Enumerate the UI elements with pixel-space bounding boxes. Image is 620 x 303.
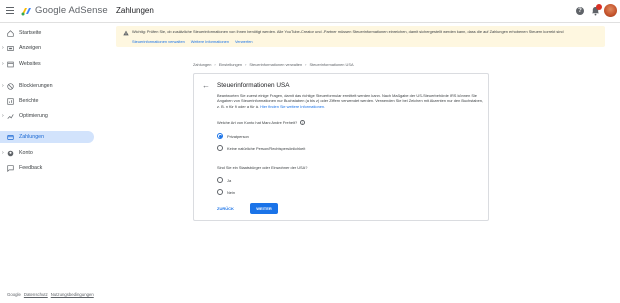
breadcrumb-item[interactable]: Steuerinformationen verwalten bbox=[249, 62, 302, 67]
sidebar-item-label: Zahlungen bbox=[19, 134, 45, 140]
sidebar-item-label: Optimierung bbox=[19, 113, 48, 119]
sidebar-item-label: Berichte bbox=[19, 98, 39, 104]
page-title: Zahlungen bbox=[116, 6, 154, 15]
desc-line: Angaben von Steuerinformationen nur Buch… bbox=[217, 98, 461, 104]
sidebar-item-label: Blockierungen bbox=[19, 83, 53, 89]
breadcrumb-separator: › bbox=[305, 62, 307, 67]
manage-tax-info-link[interactable]: Steuerinformationen verwalten bbox=[132, 39, 185, 44]
radio-selected-icon[interactable] bbox=[217, 133, 223, 139]
sidebar-footer: Google Datenschutz Nutzungsbedingungen bbox=[7, 292, 94, 297]
sidebar-item-optimierung[interactable]: › Optimierung bbox=[0, 110, 94, 122]
option-label: Nein bbox=[227, 189, 236, 195]
adsense-logo-icon bbox=[21, 7, 31, 15]
reports-icon bbox=[7, 97, 14, 105]
sidebar-item-berichte[interactable]: Berichte bbox=[0, 95, 94, 107]
websites-icon bbox=[7, 61, 14, 67]
banner-actions: Steuerinformationen verwalten Weitere In… bbox=[132, 39, 253, 44]
sidebar-item-label: Websites bbox=[19, 61, 41, 67]
banner-text: Wichtig: Prüfen Sie, ob zusätzliche Steu… bbox=[132, 29, 564, 34]
tax-info-banner: Wichtig: Prüfen Sie, ob zusätzliche Steu… bbox=[116, 26, 605, 47]
chevron-right-icon: › bbox=[2, 150, 4, 156]
privacy-link[interactable]: Datenschutz bbox=[24, 292, 48, 297]
sidebar-item-zahlungen[interactable]: Zahlungen bbox=[0, 131, 94, 143]
breadcrumb-item: Steuerinformationen USA bbox=[309, 62, 354, 67]
payments-icon bbox=[7, 134, 14, 140]
radio-icon[interactable] bbox=[217, 189, 223, 195]
radio-icon[interactable] bbox=[217, 145, 223, 151]
terms-link[interactable]: Nutzungsbedingungen bbox=[51, 292, 94, 297]
back-arrow-icon[interactable]: ← bbox=[202, 81, 210, 90]
app-name: Google AdSense bbox=[35, 5, 108, 16]
breadcrumb-separator: › bbox=[214, 62, 216, 67]
warning-icon bbox=[123, 30, 129, 36]
option-label: Ja bbox=[227, 177, 232, 183]
block-icon bbox=[7, 82, 14, 90]
citizenship-question: Sind Sie ein Staatsbürger oder Einwohner… bbox=[217, 165, 308, 170]
card-title: Steuerinformationen USA bbox=[217, 82, 290, 89]
card-description: Beantworten Sie zuerst einige Fragen, da… bbox=[217, 93, 483, 109]
sidebar-item-startseite[interactable]: Startseite bbox=[0, 27, 94, 39]
sidebar: Startseite › Anzeigen › Websites › Block… bbox=[0, 23, 100, 303]
option-yes[interactable]: Ja bbox=[217, 177, 231, 183]
question-label: Welche Art von Konto hat Marc Andre Freh… bbox=[217, 120, 298, 125]
tax-info-card: ← Steuerinformationen USA Beantworten Si… bbox=[193, 73, 489, 221]
feedback-icon bbox=[7, 164, 14, 172]
ads-icon bbox=[7, 45, 14, 51]
sidebar-item-label: Startseite bbox=[19, 30, 42, 36]
sidebar-item-websites[interactable]: › Websites bbox=[0, 58, 94, 70]
sidebar-item-label: Anzeigen bbox=[19, 45, 42, 51]
option-label: Privatperson bbox=[227, 133, 249, 139]
chevron-right-icon: › bbox=[2, 113, 4, 119]
chevron-right-icon: › bbox=[2, 61, 4, 67]
option-entity[interactable]: Keine natürliche Person/Rechtspersönlich… bbox=[217, 145, 305, 151]
help-icon[interactable]: ? bbox=[576, 7, 584, 15]
notification-badge bbox=[596, 4, 602, 10]
breadcrumb: Zahlungen › Einstellungen › Steuerinform… bbox=[193, 62, 354, 67]
sidebar-item-label: Feedback bbox=[19, 165, 43, 171]
account-type-question: Welche Art von Konto hat Marc Andre Freh… bbox=[217, 120, 306, 125]
option-label: Keine natürliche Person/Rechtspersönlich… bbox=[227, 145, 306, 151]
more-info-link[interactable]: Weitere Informationen bbox=[191, 39, 229, 44]
sidebar-item-konto[interactable]: › Konto bbox=[0, 147, 94, 159]
dismiss-link[interactable]: Verwerfen bbox=[235, 39, 253, 44]
breadcrumb-item[interactable]: Einstellungen bbox=[219, 62, 242, 67]
account-icon bbox=[7, 150, 14, 156]
footer-brand: Google bbox=[7, 292, 21, 297]
home-icon bbox=[7, 29, 14, 37]
sidebar-item-anzeigen[interactable]: › Anzeigen bbox=[0, 42, 94, 54]
hamburger-menu-icon[interactable] bbox=[6, 7, 14, 14]
sidebar-item-label: Konto bbox=[19, 150, 33, 156]
option-individual[interactable]: Privatperson bbox=[217, 133, 249, 139]
info-icon[interactable]: i bbox=[300, 120, 306, 125]
adsense-logo[interactable]: Google AdSense bbox=[21, 5, 108, 16]
breadcrumb-separator: › bbox=[245, 62, 247, 67]
avatar[interactable] bbox=[604, 4, 617, 17]
sidebar-item-feedback[interactable]: Feedback bbox=[0, 162, 94, 174]
radio-icon[interactable] bbox=[217, 177, 223, 183]
back-button[interactable]: ZURÜCK bbox=[217, 206, 234, 211]
top-bar: Google AdSense Zahlungen ? bbox=[0, 0, 620, 23]
chevron-right-icon: › bbox=[2, 83, 4, 89]
optimization-icon bbox=[7, 113, 14, 119]
chevron-right-icon: › bbox=[2, 45, 4, 51]
more-info-link[interactable]: Hier finden Sie weitere Informationen. bbox=[260, 104, 325, 109]
option-no[interactable]: Nein bbox=[217, 189, 235, 195]
desc-line: Beantworten Sie zuerst einige Fragen, da… bbox=[217, 93, 477, 98]
breadcrumb-item[interactable]: Zahlungen bbox=[193, 62, 211, 67]
next-button[interactable]: WEITER bbox=[250, 203, 278, 214]
sidebar-item-blockierungen[interactable]: › Blockierungen bbox=[0, 80, 94, 92]
